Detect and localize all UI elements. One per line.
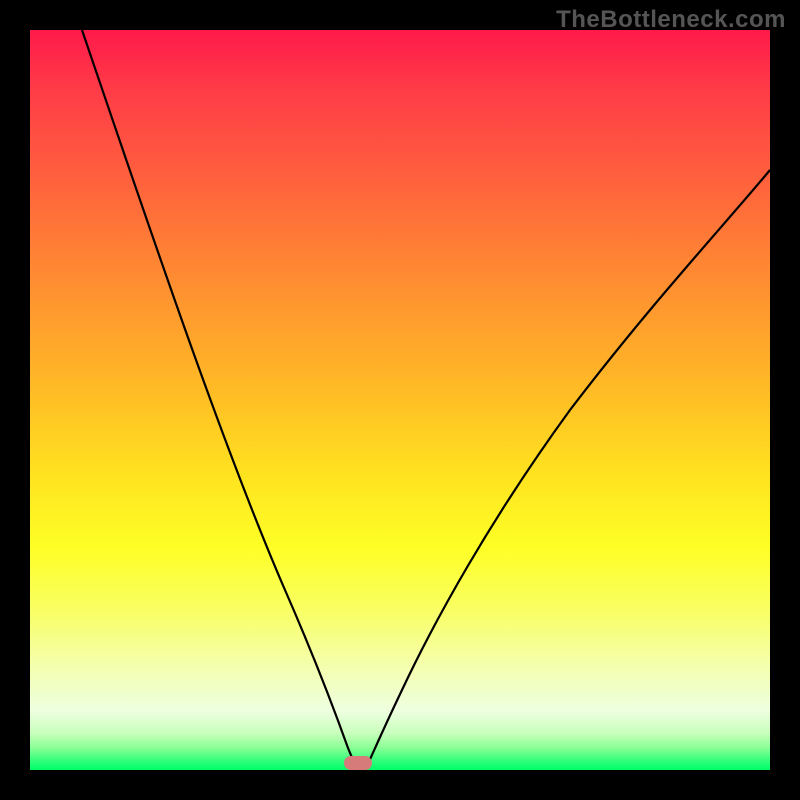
watermark-text: TheBottleneck.com <box>556 6 786 34</box>
minimum-marker <box>344 756 372 770</box>
curve-layer <box>30 30 770 770</box>
curve-left <box>82 30 356 768</box>
plot-area <box>30 30 770 770</box>
chart-container: TheBottleneck.com <box>0 0 800 800</box>
curve-right <box>366 170 770 768</box>
